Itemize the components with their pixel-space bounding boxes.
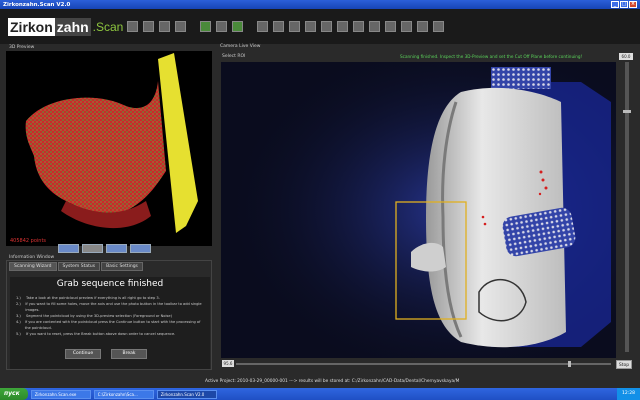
start-button[interactable]: пуск bbox=[0, 388, 28, 400]
preview-buttons bbox=[58, 244, 151, 253]
toolbar-button-11[interactable] bbox=[305, 21, 316, 32]
toolbar-button-8[interactable] bbox=[257, 21, 268, 32]
close-button[interactable]: × bbox=[629, 1, 637, 8]
zoom-field[interactable]: 95.6 bbox=[222, 360, 234, 367]
toolbar-button-10[interactable] bbox=[289, 21, 300, 32]
camera-title: Camera Live View bbox=[220, 44, 261, 49]
toolbar-button-4[interactable] bbox=[175, 21, 186, 32]
toolbar-button-6[interactable] bbox=[216, 21, 227, 32]
pointcloud-render bbox=[25, 53, 198, 233]
exposure-slider[interactable] bbox=[625, 62, 629, 352]
toolbar-button-18[interactable] bbox=[417, 21, 428, 32]
camera-live-view[interactable] bbox=[221, 62, 616, 358]
tab-system-status[interactable]: System Status bbox=[57, 262, 101, 271]
toolbar-button-13[interactable] bbox=[337, 21, 348, 32]
tab-basic-settings[interactable]: Basic Settings bbox=[101, 262, 143, 271]
view-top-button[interactable] bbox=[130, 244, 151, 253]
taskbar-item[interactable]: C:\Zirkonzahn\Sca... bbox=[93, 389, 154, 399]
main-toolbar bbox=[127, 21, 449, 32]
information-window: Scanning Wizard System Status Basic Sett… bbox=[6, 260, 212, 370]
view-front-button[interactable] bbox=[58, 244, 79, 253]
toolbar-button-2[interactable] bbox=[143, 21, 154, 32]
toolbar-button-3[interactable] bbox=[159, 21, 170, 32]
toolbar-button-14[interactable] bbox=[353, 21, 364, 32]
list-item: 5.) If you want to reset, press the Break… bbox=[16, 332, 176, 336]
break-button[interactable]: Break bbox=[111, 349, 147, 359]
status-line: Active Project: 2010-03-29_00000-001 ---… bbox=[205, 379, 460, 384]
fps-field[interactable]: 60.0 bbox=[619, 53, 633, 60]
scan-status-message: Scanning finished. Inspect the 3D-Previe… bbox=[400, 54, 583, 59]
wizard-heading: Grab sequence finished bbox=[56, 279, 164, 289]
toolbar-button-19[interactable] bbox=[433, 21, 444, 32]
toolbar-button-9[interactable] bbox=[273, 21, 284, 32]
maximize-button[interactable]: □ bbox=[620, 1, 628, 8]
view-reset-button[interactable] bbox=[82, 244, 103, 253]
stop-button[interactable]: Stop bbox=[616, 360, 632, 369]
zirkonzahn-logo: Zirkon zahn .Scan bbox=[8, 17, 124, 36]
3d-preview-canvas[interactable]: 405842 points bbox=[6, 51, 212, 246]
app-header: Zirkon zahn .Scan bbox=[0, 9, 640, 44]
points-count: 405842 points bbox=[10, 238, 47, 244]
list-item: 2.) If you want to fill some holes, move … bbox=[16, 302, 202, 312]
view-side-button[interactable] bbox=[106, 244, 127, 253]
wizard-body: Grab sequence finished 1.) Take a look at… bbox=[10, 277, 210, 369]
toolbar-button-16[interactable] bbox=[385, 21, 396, 32]
preview-title: 3D Preview bbox=[9, 45, 35, 50]
toolbar-button-12[interactable] bbox=[321, 21, 332, 32]
continue-button[interactable]: Continue bbox=[65, 349, 101, 359]
toolbar-button-1[interactable] bbox=[127, 21, 138, 32]
window-titlebar: Zirkonzahn.Scan V2.0 _ □ × bbox=[0, 0, 640, 9]
taskbar: пуск Zirkonzahn.Scan.exe C:\Zirkonzahn\S… bbox=[0, 388, 640, 400]
position-slider-handle[interactable] bbox=[568, 361, 571, 367]
window-title: Zirkonzahn.Scan V2.0 bbox=[3, 1, 71, 8]
taskbar-item[interactable]: Zirkonzahn.Scan.exe bbox=[30, 389, 91, 399]
camera-image bbox=[221, 62, 616, 358]
toolbar-button-15[interactable] bbox=[369, 21, 380, 32]
select-roi-button[interactable]: Select ROI bbox=[222, 54, 245, 59]
list-item: 4.) If you are contented with the pointcl… bbox=[16, 320, 201, 330]
taskbar-item[interactable]: Zirkonzahn.Scan V2.0 bbox=[156, 389, 217, 399]
wizard-steps: 1.) Take a look at the pointcloud preview… bbox=[10, 291, 210, 341]
position-slider[interactable] bbox=[236, 363, 611, 365]
minimize-button[interactable]: _ bbox=[611, 1, 619, 8]
exposure-slider-handle[interactable] bbox=[623, 110, 631, 113]
photo-icon[interactable] bbox=[200, 21, 211, 32]
toolbar-button-17[interactable] bbox=[401, 21, 412, 32]
system-clock: 12:28 bbox=[617, 388, 640, 400]
chart-icon[interactable] bbox=[232, 21, 243, 32]
tab-scanning-wizard[interactable]: Scanning Wizard bbox=[9, 262, 57, 271]
